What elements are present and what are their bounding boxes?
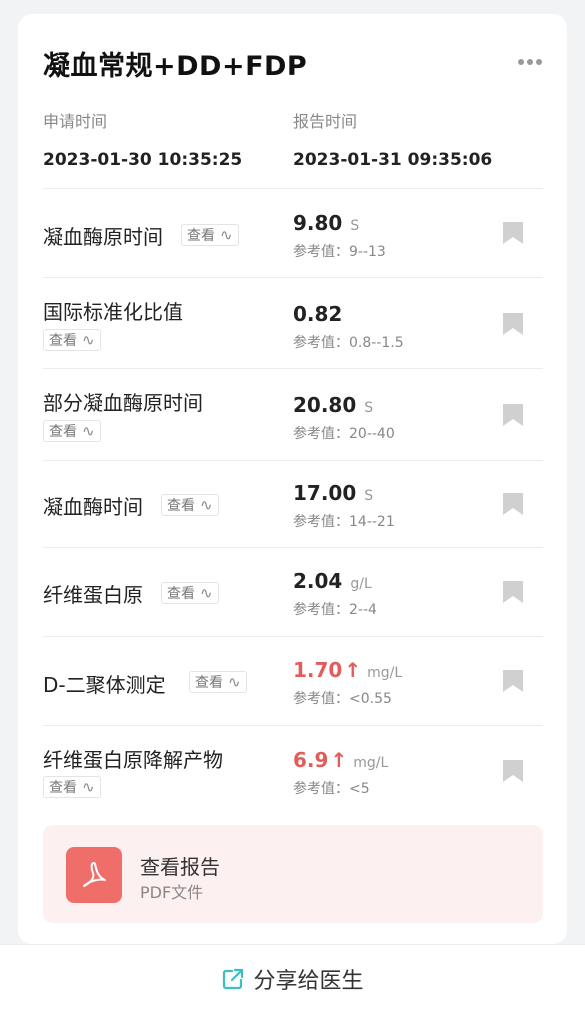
result-row: 纤维蛋白原 查看 ∿ 2.04 g/L 参考值：2--4 (43, 547, 543, 636)
test-name: 凝血酶原时间 (43, 225, 163, 249)
report-time-value: 2023-01-31 09:35:06 (293, 150, 493, 170)
reference-range: 参考值：2--4 (293, 602, 377, 618)
high-arrow-icon: ↑ (344, 658, 362, 682)
bookmark-icon[interactable] (503, 760, 523, 782)
reference-range: 参考值：14--21 (293, 514, 395, 530)
result-value: 9.80 S (293, 211, 360, 235)
trend-wave-icon: ∿ (82, 778, 95, 796)
pdf-icon (66, 847, 122, 903)
result-list: 凝血酶原时间 查看 ∿ 9.80 S 参考值：9--13 国际标准化比值 查看 ∿ 0… (43, 188, 543, 813)
result-row: 国际标准化比值 查看 ∿ 0.82 参考值：0.8--1.5 (43, 277, 543, 368)
report-subtitle: PDF文件 (140, 883, 204, 902)
trend-wave-icon: ∿ (200, 584, 213, 602)
result-value: 1.70 ↑ mg/L (293, 658, 403, 682)
view-trend-button[interactable]: 查看 ∿ (161, 494, 219, 516)
bookmark-icon[interactable] (503, 493, 523, 515)
test-name: 国际标准化比值 (43, 300, 183, 324)
view-trend-button[interactable]: 查看 ∿ (181, 224, 239, 246)
result-row: 部分凝血酶原时间 查看 ∿ 20.80 S 参考值：20--40 (43, 368, 543, 460)
share-label: 分享给医生 (253, 969, 364, 994)
result-value: 0.82 (293, 302, 343, 326)
high-arrow-icon: ↑ (330, 748, 348, 772)
result-row: D-二聚体测定 查看 ∿ 1.70 ↑ mg/L 参考值：<0.55 (43, 636, 543, 725)
bookmark-icon[interactable] (503, 313, 523, 335)
trend-wave-icon: ∿ (228, 673, 241, 691)
bookmark-icon[interactable] (503, 670, 523, 692)
page-title: 凝血常规+DD+FDP (43, 51, 308, 82)
test-name: D-二聚体测定 (43, 673, 166, 697)
bookmark-icon[interactable] (503, 581, 523, 603)
report-time-label: 报告时间 (293, 112, 358, 131)
test-name: 纤维蛋白原 (43, 583, 143, 607)
reference-range: 参考值：0.8--1.5 (293, 335, 404, 351)
reference-range: 参考值：20--40 (293, 426, 395, 442)
report-title: 查看报告 (140, 855, 220, 879)
trend-wave-icon: ∿ (200, 496, 213, 514)
reference-range: 参考值：9--13 (293, 244, 386, 260)
reference-range: 参考值：<0.55 (293, 691, 392, 707)
bookmark-icon[interactable] (503, 404, 523, 426)
test-name: 凝血酶时间 (43, 495, 143, 519)
view-trend-button[interactable]: 查看 ∿ (189, 671, 247, 693)
report-card: 凝血常规+DD+FDP 申请时间 2023-01-30 10:35:25 报告时… (18, 14, 567, 944)
apply-time-label: 申请时间 (43, 112, 108, 131)
bookmark-icon[interactable] (503, 222, 523, 244)
result-value: 17.00 S (293, 481, 374, 505)
result-value: 6.9 ↑ mg/L (293, 748, 389, 772)
result-value: 2.04 g/L (293, 569, 372, 593)
view-trend-button[interactable]: 查看 ∿ (43, 329, 101, 351)
result-row: 纤维蛋白原降解产物 查看 ∿ 6.9 ↑ mg/L 参考值：<5 (43, 725, 543, 813)
view-trend-button[interactable]: 查看 ∿ (43, 776, 101, 798)
test-name: 部分凝血酶原时间 (43, 391, 203, 415)
result-value: 20.80 S (293, 393, 374, 417)
view-trend-button[interactable]: 查看 ∿ (43, 420, 101, 442)
trend-wave-icon: ∿ (82, 331, 95, 349)
apply-time-value: 2023-01-30 10:35:25 (43, 150, 243, 170)
result-row: 凝血酶原时间 查看 ∿ 9.80 S 参考值：9--13 (43, 188, 543, 277)
more-options-icon[interactable] (518, 58, 542, 66)
view-trend-button[interactable]: 查看 ∿ (161, 582, 219, 604)
trend-wave-icon: ∿ (220, 226, 233, 244)
share-to-doctor-button[interactable]: 分享给医生 (0, 944, 585, 1013)
result-row: 凝血酶时间 查看 ∿ 17.00 S 参考值：14--21 (43, 460, 543, 547)
reference-range: 参考值：<5 (293, 781, 370, 797)
test-name: 纤维蛋白原降解产物 (43, 748, 223, 772)
view-report-pdf-button[interactable]: 查看报告 PDF文件 (43, 825, 543, 923)
share-icon (223, 968, 244, 990)
trend-wave-icon: ∿ (82, 422, 95, 440)
